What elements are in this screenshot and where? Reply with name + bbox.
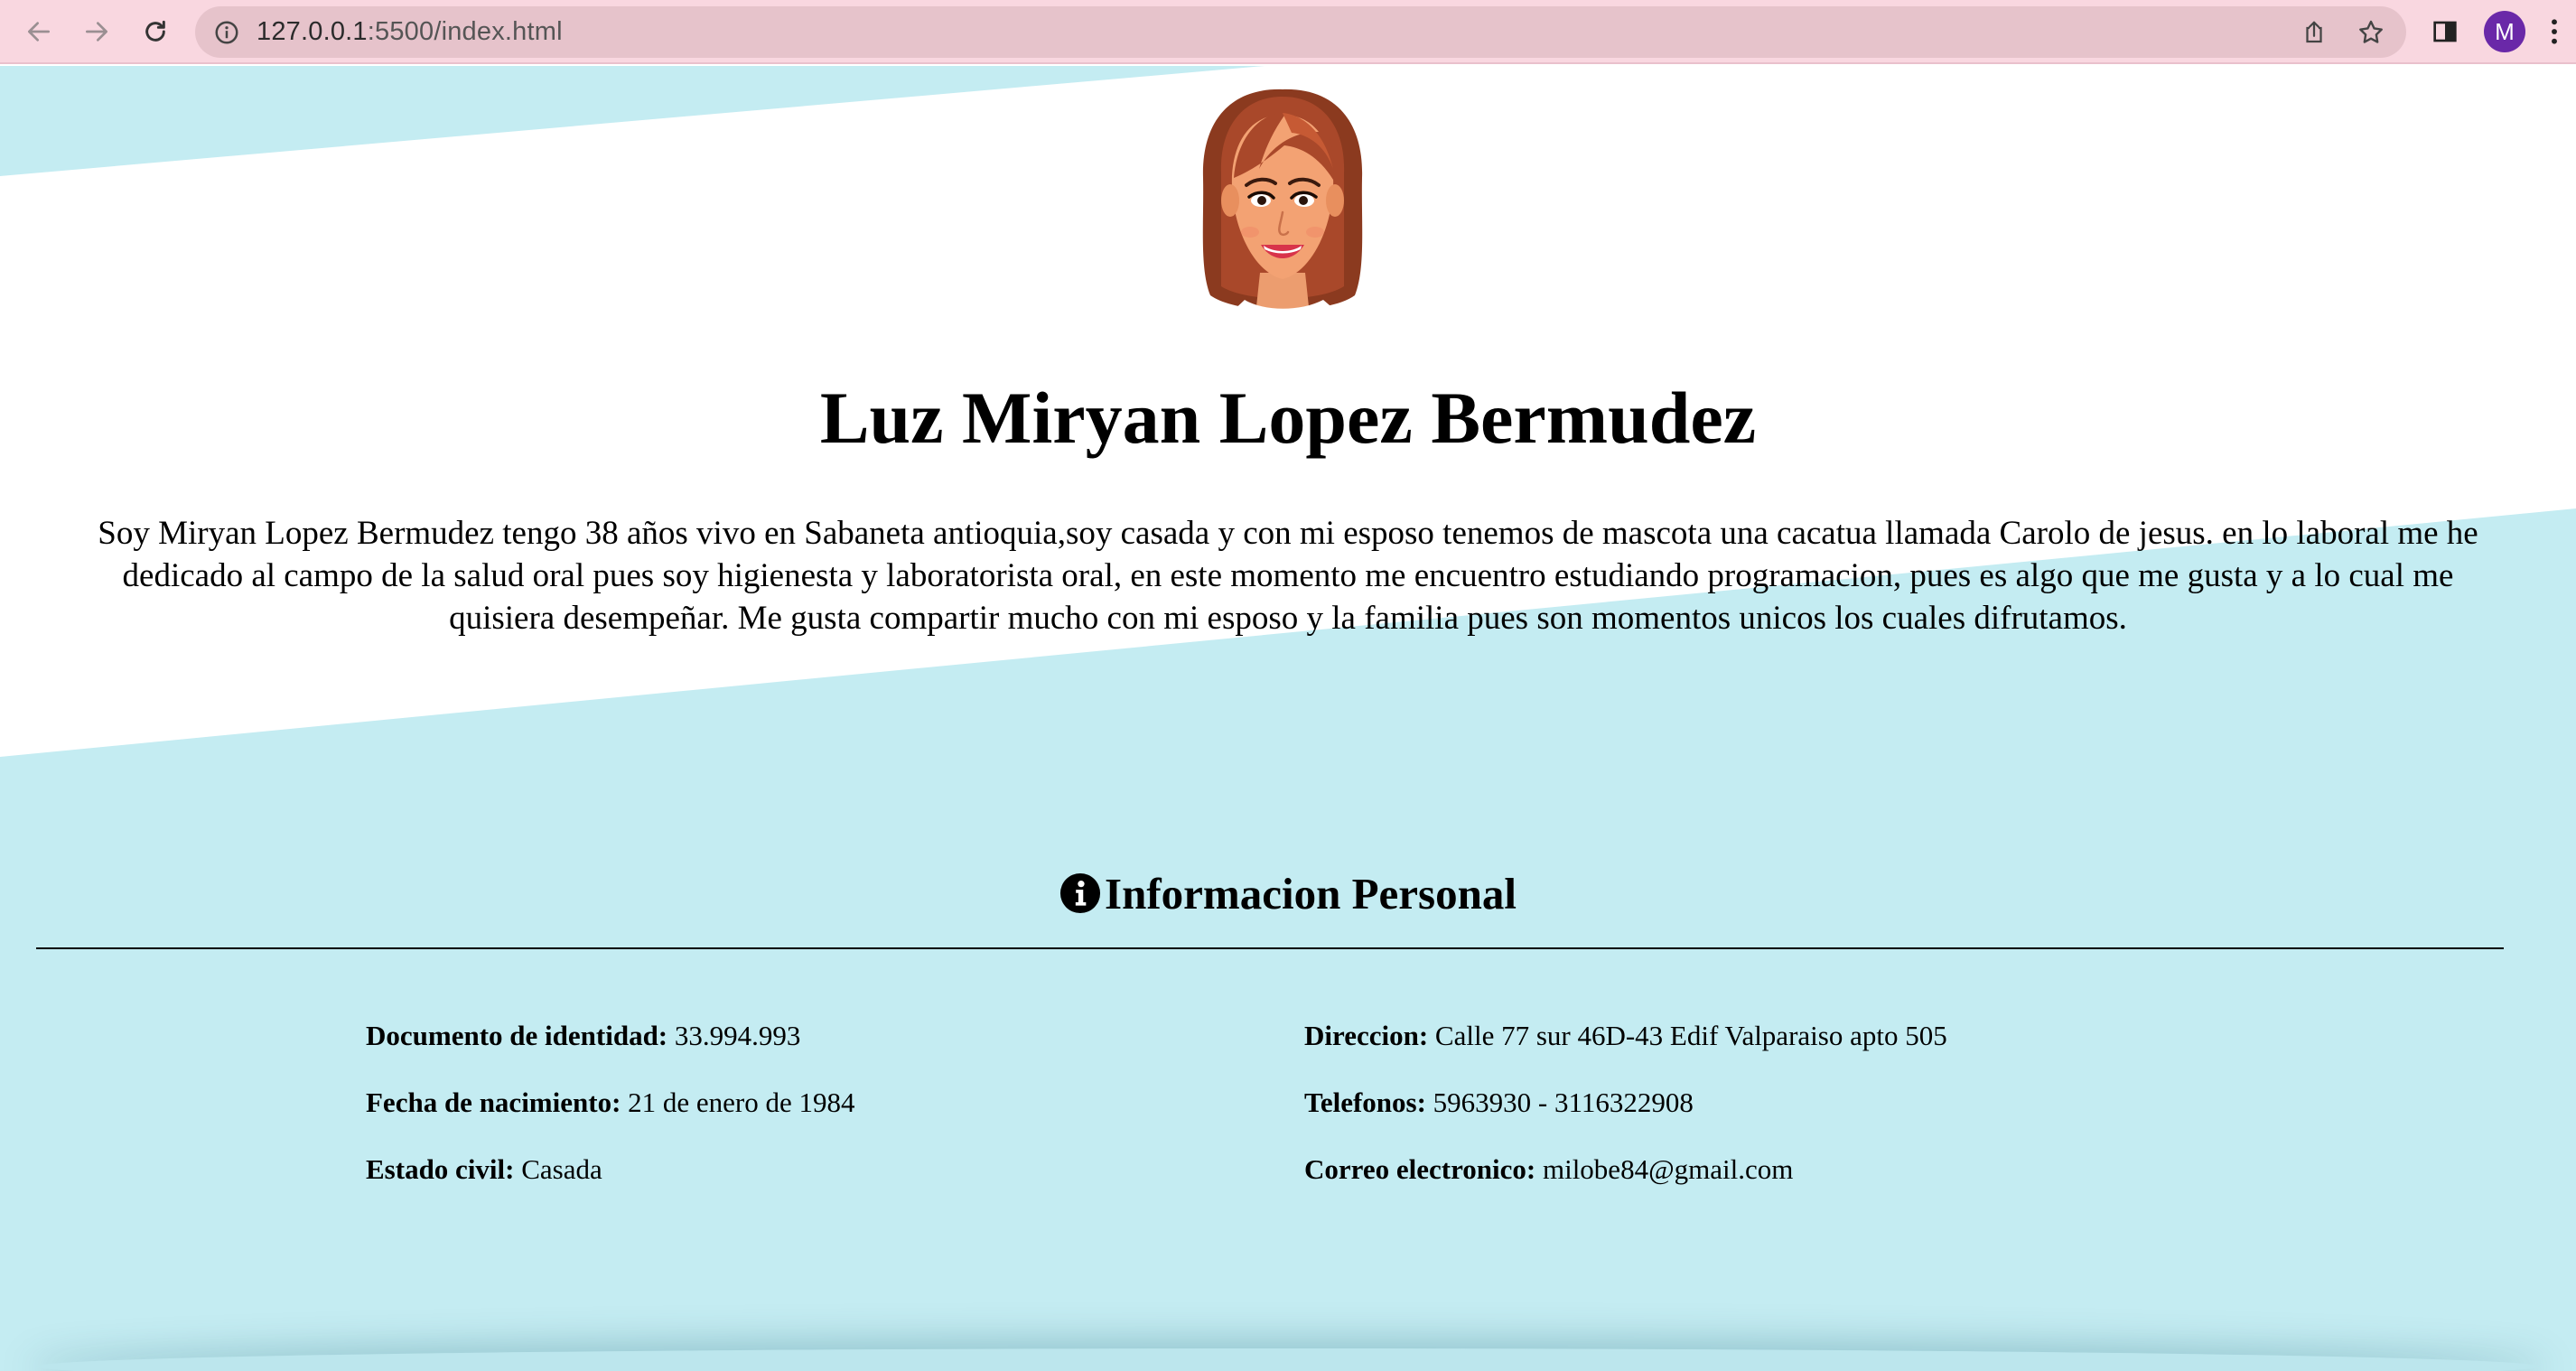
info-circle-icon — [1059, 872, 1101, 914]
bio-line: dedicado al campo de la salud oral pues … — [122, 557, 2454, 594]
page-title: Luz Miryan Lopez Bermudez — [819, 377, 1757, 459]
url-text[interactable]: 127.0.0.1:5500/index.html — [257, 6, 563, 58]
kebab-menu-icon — [2552, 19, 2557, 44]
bio-line: quisiera desempeñar. Me gusta compartir … — [449, 600, 2127, 637]
info-column-left: Documento de identidad: 33.994.993 Fecha… — [366, 1018, 855, 1218]
back-button[interactable] — [16, 9, 61, 54]
bookmark-button[interactable] — [2354, 15, 2388, 50]
section-title-text: Informacion Personal — [1105, 869, 1517, 919]
section-divider — [36, 947, 2504, 949]
info-value: 33.994.993 — [667, 1020, 801, 1051]
share-button[interactable] — [2297, 15, 2331, 50]
info-label: Direccion: — [1304, 1020, 1429, 1051]
arrow-right-icon — [86, 22, 107, 42]
info-label: Telefonos: — [1304, 1087, 1426, 1118]
profile-avatar[interactable]: M — [2484, 11, 2525, 52]
info-label: Correo electronico: — [1304, 1153, 1536, 1185]
info-value: 21 de enero de 1984 — [621, 1087, 855, 1118]
info-label: Estado civil: — [366, 1153, 515, 1185]
share-icon — [2306, 21, 2322, 43]
section-heading: Informacion Personal — [0, 861, 2576, 928]
info-row-correo: Correo electronico: milobe84@gmail.com — [1304, 1152, 1947, 1218]
reload-icon — [145, 20, 165, 42]
browser-toolbar: 127.0.0.1:5500/index.html M — [0, 0, 2576, 64]
info-column-right: Direccion: Calle 77 sur 46D-43 Edif Valp… — [1304, 1018, 1947, 1218]
info-row-fecha-nacimiento: Fecha de nacimiento: 21 de enero de 1984 — [366, 1085, 855, 1152]
address-bar[interactable]: 127.0.0.1:5500/index.html — [195, 6, 2406, 58]
bio-line: Soy Miryan Lopez Bermudez tengo 38 años … — [98, 515, 2478, 552]
bio-paragraph: Soy Miryan Lopez Bermudez tengo 38 años … — [0, 512, 2576, 639]
info-row-direccion: Direccion: Calle 77 sur 46D-43 Edif Valp… — [1304, 1018, 1947, 1085]
woman-avatar-illustration — [1202, 89, 1363, 315]
side-panel-button[interactable] — [2422, 9, 2468, 54]
page-viewport: Luz Miryan Lopez Bermudez Soy Miryan Lop… — [0, 66, 2576, 1371]
info-value: Calle 77 sur 46D-43 Edif Valparaiso apto… — [1428, 1020, 1947, 1051]
info-row-estado-civil: Estado civil: Casada — [366, 1152, 855, 1218]
arrow-left-icon — [28, 22, 50, 42]
side-panel-icon — [2433, 21, 2457, 42]
info-value: 5963930 - 3116322908 — [1425, 1087, 1694, 1118]
info-row-telefonos: Telefonos: 5963930 - 3116322908 — [1304, 1085, 1947, 1152]
info-row-documento: Documento de identidad: 33.994.993 — [366, 1018, 855, 1085]
info-label: Fecha de nacimiento: — [366, 1087, 621, 1118]
browser-menu-button[interactable] — [2536, 9, 2572, 54]
info-circle-icon[interactable] — [213, 19, 240, 46]
reload-button[interactable] — [133, 9, 178, 54]
url-path: :5500/index.html — [367, 17, 563, 46]
star-icon — [2359, 20, 2383, 43]
info-value: Casada — [514, 1153, 602, 1185]
forward-button[interactable] — [74, 9, 119, 54]
info-value: milobe84@gmail.com — [1535, 1153, 1794, 1185]
info-label: Documento de identidad: — [366, 1020, 668, 1051]
url-host: 127.0.0.1 — [257, 17, 368, 46]
